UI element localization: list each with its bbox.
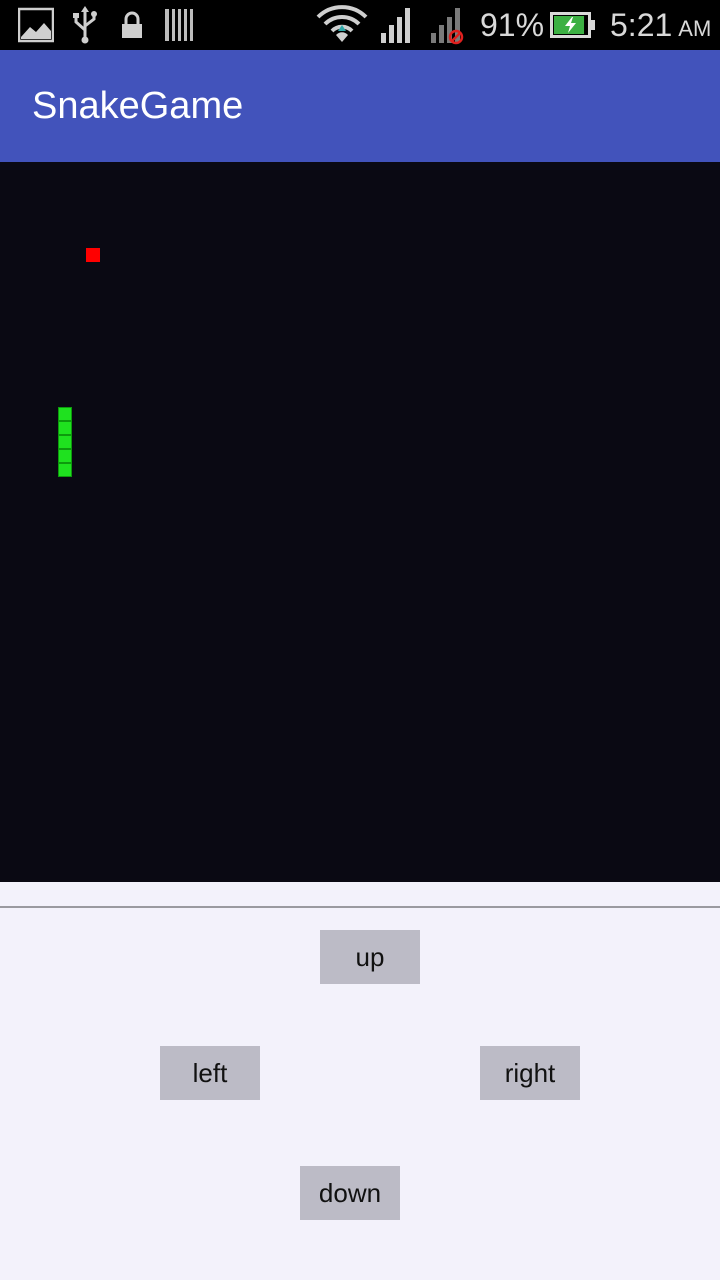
usb-icon [72,0,98,50]
lock-icon [120,0,144,50]
snake-segment [58,435,72,449]
wifi-icon [316,0,368,50]
up-button[interactable]: up [320,930,420,984]
down-button[interactable]: down [300,1166,400,1220]
battery-charging-icon [550,0,596,50]
snake-tail [58,463,72,477]
signal-no-service-icon [430,0,466,50]
sd-card-icon [164,0,194,50]
status-bar: 91% 5:21 AM [0,0,720,50]
clock-hours: 5:21 [610,7,673,43]
right-button[interactable]: right [480,1046,580,1100]
food-pellet [86,248,100,262]
snake-segment [58,421,72,435]
snake-head [58,407,72,421]
clock-ampm: AM [678,16,712,41]
controls-divider [0,906,720,908]
left-button[interactable]: left [160,1046,260,1100]
clock-time: 5:21 AM [610,0,711,50]
game-board[interactable] [0,162,720,882]
snake-segment [58,449,72,463]
app-title: SnakeGame [32,85,244,127]
signal-icon [380,0,414,50]
battery-percent: 91% [480,7,545,43]
app-bar: SnakeGame [0,50,720,162]
image-icon [18,0,54,50]
